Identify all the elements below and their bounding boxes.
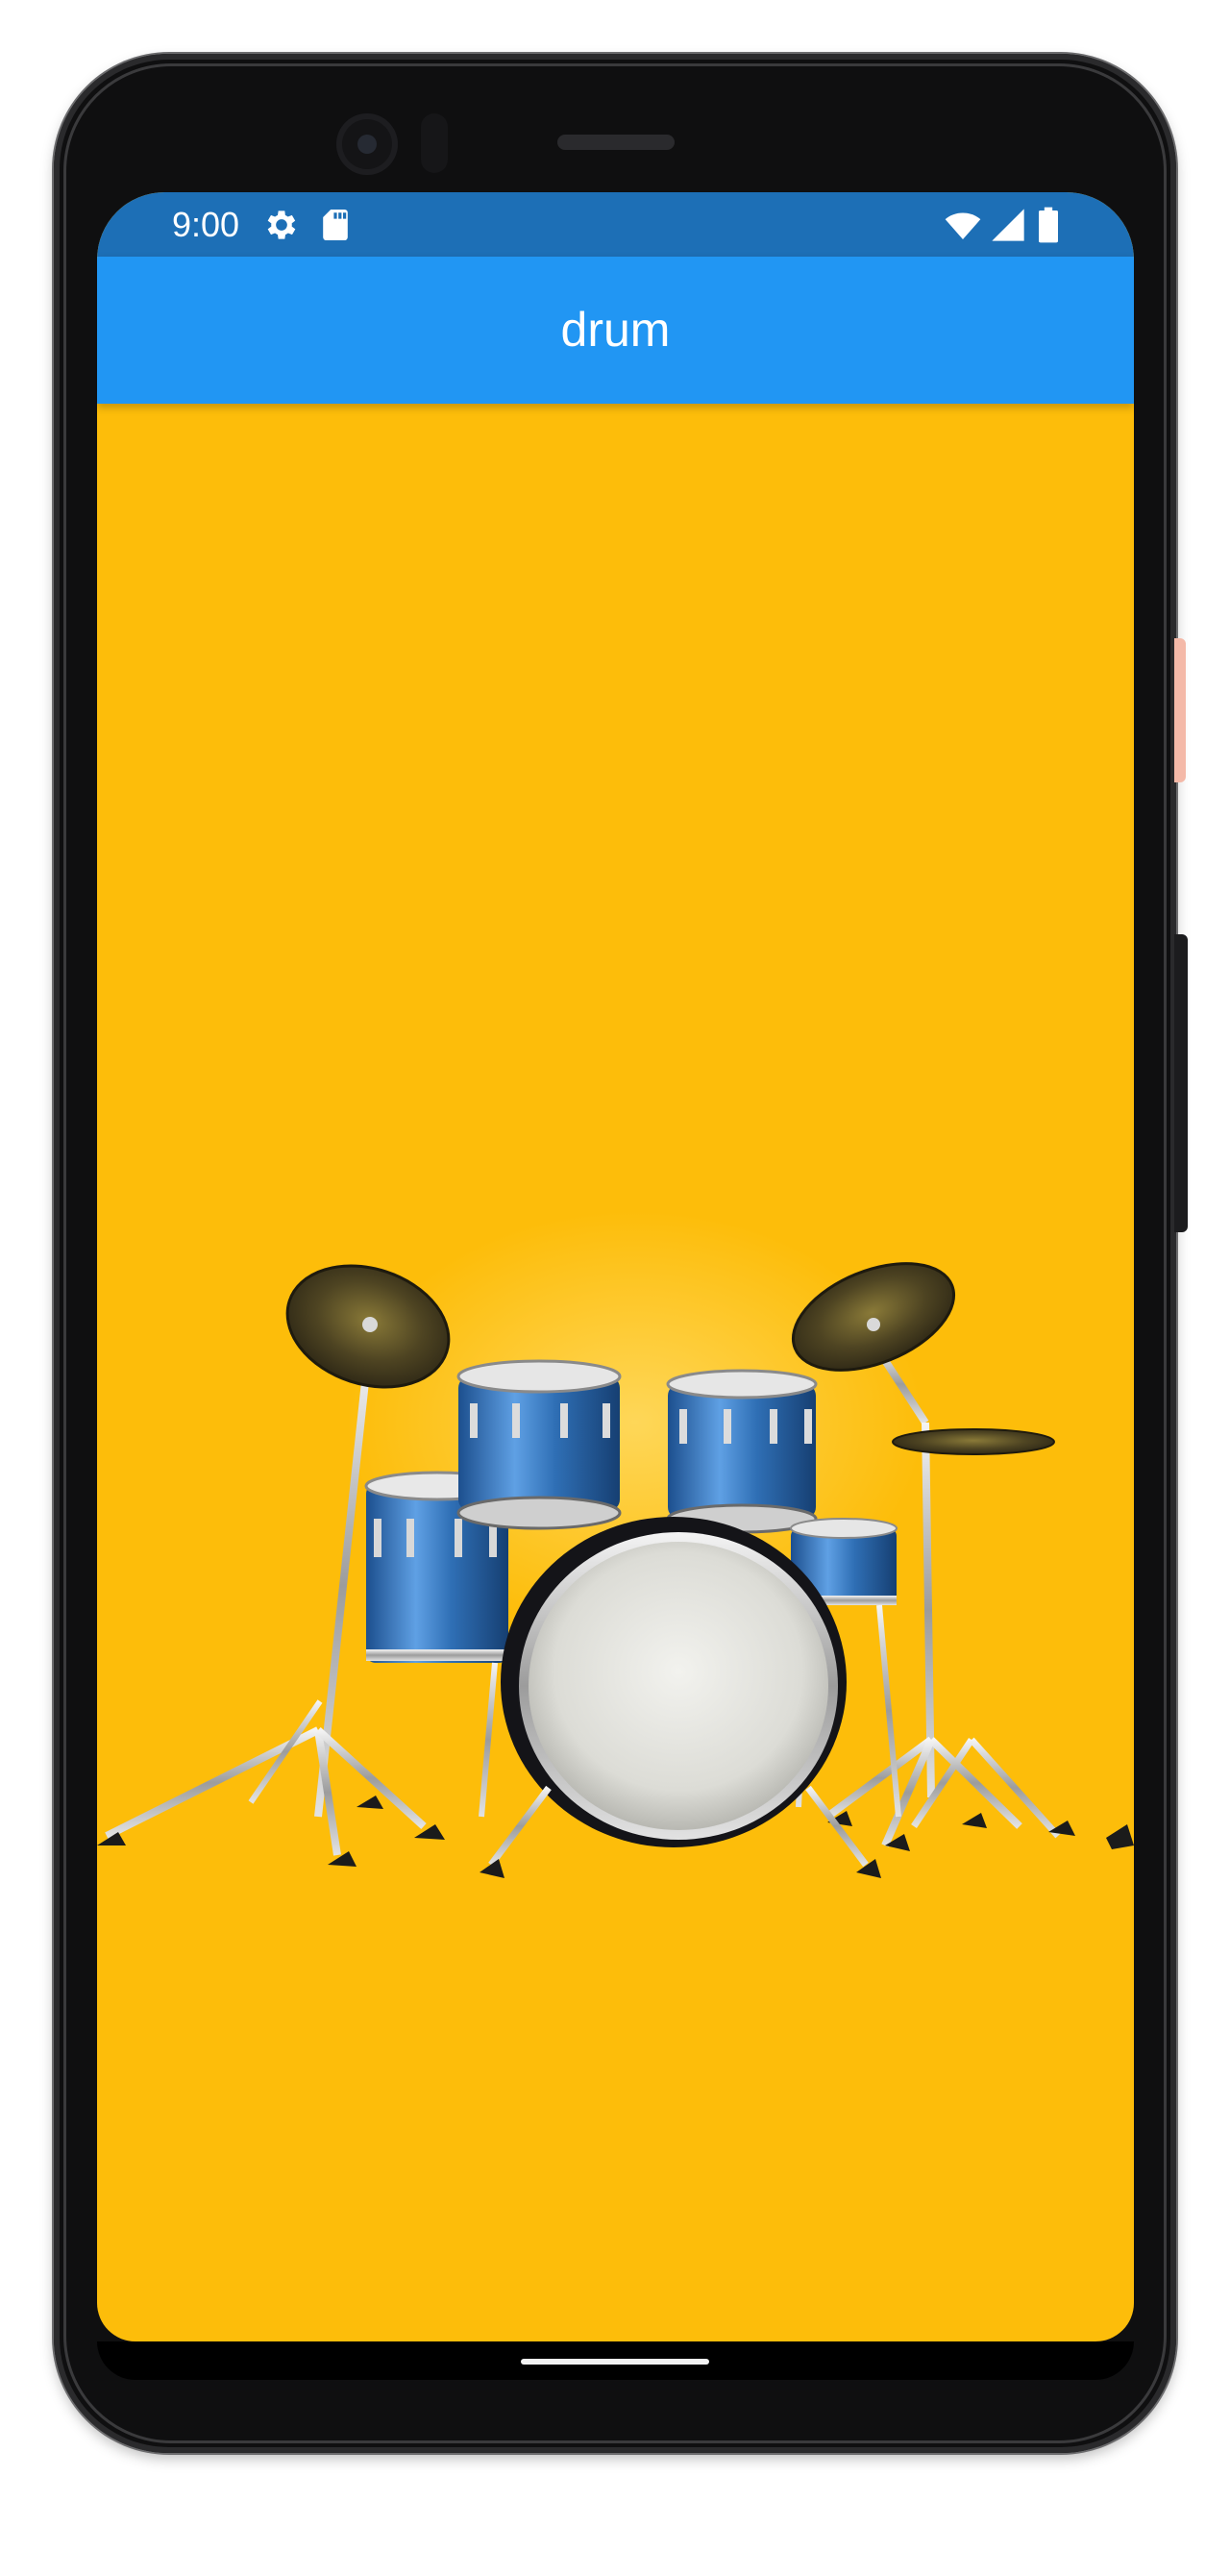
status-time: 9:00 bbox=[172, 205, 240, 244]
drum-kit-image[interactable] bbox=[97, 404, 1134, 2341]
rack-tom-right bbox=[666, 1369, 818, 1534]
right-stand-feet bbox=[827, 1811, 1134, 1851]
sd-card-icon bbox=[323, 210, 348, 240]
bass-drum-feet bbox=[480, 1859, 881, 1878]
front-camera-icon bbox=[336, 113, 398, 175]
cell-signal-icon bbox=[992, 209, 1024, 241]
drum-content-area[interactable] bbox=[97, 404, 1134, 2341]
volume-button bbox=[1174, 638, 1186, 782]
left-stand-feet bbox=[97, 1796, 445, 1867]
app-bar: drum bbox=[97, 257, 1134, 404]
app-title: drum bbox=[560, 303, 671, 357]
battery-icon bbox=[1039, 207, 1058, 243]
wifi-icon bbox=[945, 212, 981, 239]
status-bar: 9:00 bbox=[97, 192, 1134, 257]
gear-icon bbox=[267, 211, 296, 239]
proximity-sensor bbox=[421, 113, 448, 173]
earpiece-speaker bbox=[557, 135, 675, 150]
app-screen: 9:00 drum bbox=[97, 192, 1134, 2341]
hihat-cymbal bbox=[892, 1428, 1055, 1455]
rack-tom-left bbox=[456, 1359, 622, 1530]
home-indicator[interactable] bbox=[521, 2359, 709, 2365]
power-button bbox=[1174, 934, 1188, 1232]
device-frame: 9:00 drum bbox=[0, 0, 1230, 2576]
